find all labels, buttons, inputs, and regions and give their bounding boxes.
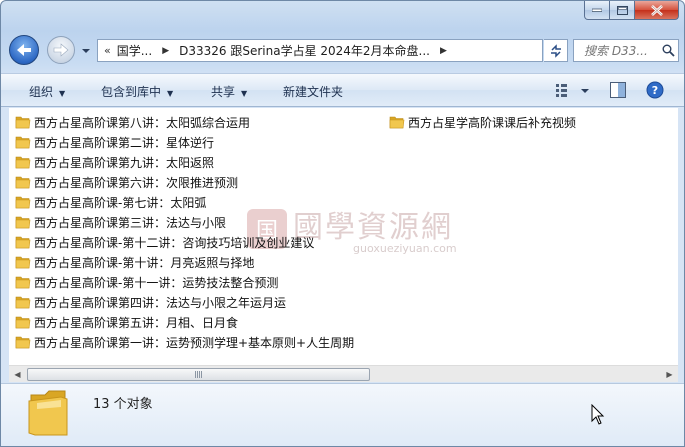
folder-icon <box>15 276 31 289</box>
folder-name: 西方占星高阶课-第十一讲：运势技法整合预测 <box>34 275 279 290</box>
svg-text:?: ? <box>652 84 658 97</box>
folder-icon <box>15 216 31 229</box>
folder-name: 西方占星学高阶课课后补充视频 <box>408 115 577 130</box>
address-overflow[interactable]: « <box>98 44 117 57</box>
folder-name: 西方占星高阶课第六讲：次限推进预测 <box>34 175 239 190</box>
breadcrumb-current[interactable]: D33326 跟Serina学占星 2024年2月本命盘... <box>179 42 430 59</box>
scrollbar-thumb[interactable] <box>27 368 370 381</box>
preview-pane-icon <box>610 82 626 98</box>
minimize-button[interactable] <box>584 1 610 20</box>
horizontal-scrollbar[interactable]: ◀ ▶ <box>9 365 678 382</box>
include-in-library-label: 包含到库中 <box>101 85 162 99</box>
folder-icon <box>15 256 31 269</box>
folder-name: 西方占星高阶课第二讲：星体逆行 <box>34 135 215 150</box>
chevron-down-icon <box>82 49 90 53</box>
search-input[interactable] <box>574 43 660 58</box>
folder-icon <box>15 316 31 329</box>
folder-icon <box>15 156 31 169</box>
refresh-icon <box>550 43 561 58</box>
folder-item[interactable]: 西方占星高阶课第五讲：月相、日月食 <box>15 313 238 331</box>
folder-item[interactable]: 西方占星高阶课第一讲：运势预测学理+基本原则+人生周期 <box>15 333 354 351</box>
folder-name: 西方占星高阶课-第七讲：太阳弧 <box>34 195 207 210</box>
close-icon <box>650 4 663 16</box>
folder-item[interactable]: 西方占星高阶课第四讲：法达与小限之年运月运 <box>15 293 286 311</box>
preview-pane-button[interactable] <box>609 81 627 102</box>
details-pane: 13 个对象 <box>1 383 684 446</box>
folder-name: 西方占星高阶课第三讲：法达与小限 <box>34 215 227 230</box>
folder-item[interactable]: 西方占星高阶课-第十二讲：咨询技巧培训及创业建议 <box>15 233 314 251</box>
help-icon: ? <box>646 81 664 99</box>
folder-large-icon <box>28 390 68 436</box>
watermark-url: guoxueziyuan.com <box>353 242 457 255</box>
breadcrumb-separator-icon[interactable]: ▶ <box>440 46 447 56</box>
share-label: 共享 <box>211 85 236 99</box>
refresh-button[interactable] <box>544 39 568 62</box>
folder-icon <box>15 136 31 149</box>
recent-pages-button[interactable] <box>81 45 91 55</box>
dropdown-arrow-icon: ▼ <box>167 89 174 98</box>
folder-icon <box>15 296 31 309</box>
organize-label: 组织 <box>29 85 54 99</box>
scroll-left-icon[interactable]: ◀ <box>9 366 26 383</box>
maximize-button[interactable] <box>610 1 635 20</box>
item-count: 13 个对象 <box>93 397 153 412</box>
folder-item[interactable]: 西方占星高阶课第六讲：次限推进预测 <box>15 173 238 191</box>
dropdown-arrow-icon: ▼ <box>241 89 248 98</box>
mouse-cursor-icon <box>591 404 605 425</box>
help-button[interactable]: ? <box>646 81 664 102</box>
folder-item[interactable]: 西方占星高阶课-第十讲：月亮返照与择地 <box>15 253 254 271</box>
folder-icon <box>15 116 31 129</box>
folder-icon <box>15 236 31 249</box>
view-options-icon <box>556 84 589 97</box>
navigation-bar: « 国学... ▶ D33326 跟Serina学占星 2024年2月本命盘..… <box>1 31 684 69</box>
back-button[interactable] <box>9 35 39 65</box>
folder-item[interactable]: 西方占星高阶课第三讲：法达与小限 <box>15 213 226 231</box>
folder-name: 西方占星高阶课第九讲：太阳返照 <box>34 155 215 170</box>
folder-name: 西方占星高阶课第八讲：太阳弧综合运用 <box>34 115 251 130</box>
folder-name: 西方占星高阶课-第十二讲：咨询技巧培训及创业建议 <box>34 235 315 250</box>
folder-name: 西方占星高阶课第一讲：运势预测学理+基本原则+人生周期 <box>34 335 355 350</box>
file-list[interactable]: 国 國學資源網 guoxueziyuan.com 西方占星高阶课第八讲：太阳弧综… <box>9 108 678 365</box>
organize-menu[interactable]: 组织 ▼ <box>29 83 65 100</box>
command-bar: 组织 ▼ 包含到库中 ▼ 共享 ▼ 新建文件夹 ? <box>1 73 684 107</box>
folder-item[interactable]: 西方占星高阶课第九讲：太阳返照 <box>15 153 214 171</box>
folder-icon <box>389 116 405 129</box>
folder-item[interactable]: 西方占星学高阶课课后补充视频 <box>389 113 576 131</box>
folder-name: 西方占星高阶课第四讲：法达与小限之年运月运 <box>34 295 287 310</box>
address-bar[interactable]: « 国学... ▶ D33326 跟Serina学占星 2024年2月本命盘..… <box>97 39 543 62</box>
maximize-icon <box>616 5 628 15</box>
include-in-library-menu[interactable]: 包含到库中 ▼ <box>101 83 173 100</box>
folder-name: 西方占星高阶课第五讲：月相、日月食 <box>34 315 239 330</box>
forward-button[interactable] <box>47 36 75 64</box>
minimize-icon <box>592 8 602 12</box>
forward-arrow-icon <box>53 43 69 57</box>
watermark-text: 國學資源網 <box>293 210 453 245</box>
folder-icon <box>15 196 31 209</box>
folder-item[interactable]: 西方占星高阶课-第七讲：太阳弧 <box>15 193 206 211</box>
scroll-right-icon[interactable]: ▶ <box>661 366 678 383</box>
breadcrumb-separator-icon[interactable]: ▶ <box>162 46 169 56</box>
share-menu[interactable]: 共享 ▼ <box>211 83 247 100</box>
folder-item[interactable]: 西方占星高阶课-第十一讲：运势技法整合预测 <box>15 273 278 291</box>
close-button[interactable] <box>635 1 679 20</box>
search-icon[interactable] <box>660 44 676 57</box>
folder-item[interactable]: 西方占星高阶课第八讲：太阳弧综合运用 <box>15 113 250 131</box>
folder-icon <box>15 336 31 349</box>
folder-icon <box>15 176 31 189</box>
search-box[interactable] <box>573 39 679 62</box>
folder-item[interactable]: 西方占星高阶课第二讲：星体逆行 <box>15 133 214 151</box>
explorer-window: « 国学... ▶ D33326 跟Serina学占星 2024年2月本命盘..… <box>0 0 685 447</box>
caption-buttons <box>584 1 679 22</box>
new-folder-button[interactable]: 新建文件夹 <box>283 83 343 100</box>
dropdown-arrow-icon: ▼ <box>59 89 66 98</box>
back-arrow-icon <box>17 44 31 56</box>
new-folder-label: 新建文件夹 <box>283 85 344 99</box>
breadcrumb-root[interactable]: 国学... <box>117 42 152 59</box>
folder-name: 西方占星高阶课-第十讲：月亮返照与择地 <box>34 255 255 270</box>
change-view-button[interactable] <box>555 81 591 102</box>
